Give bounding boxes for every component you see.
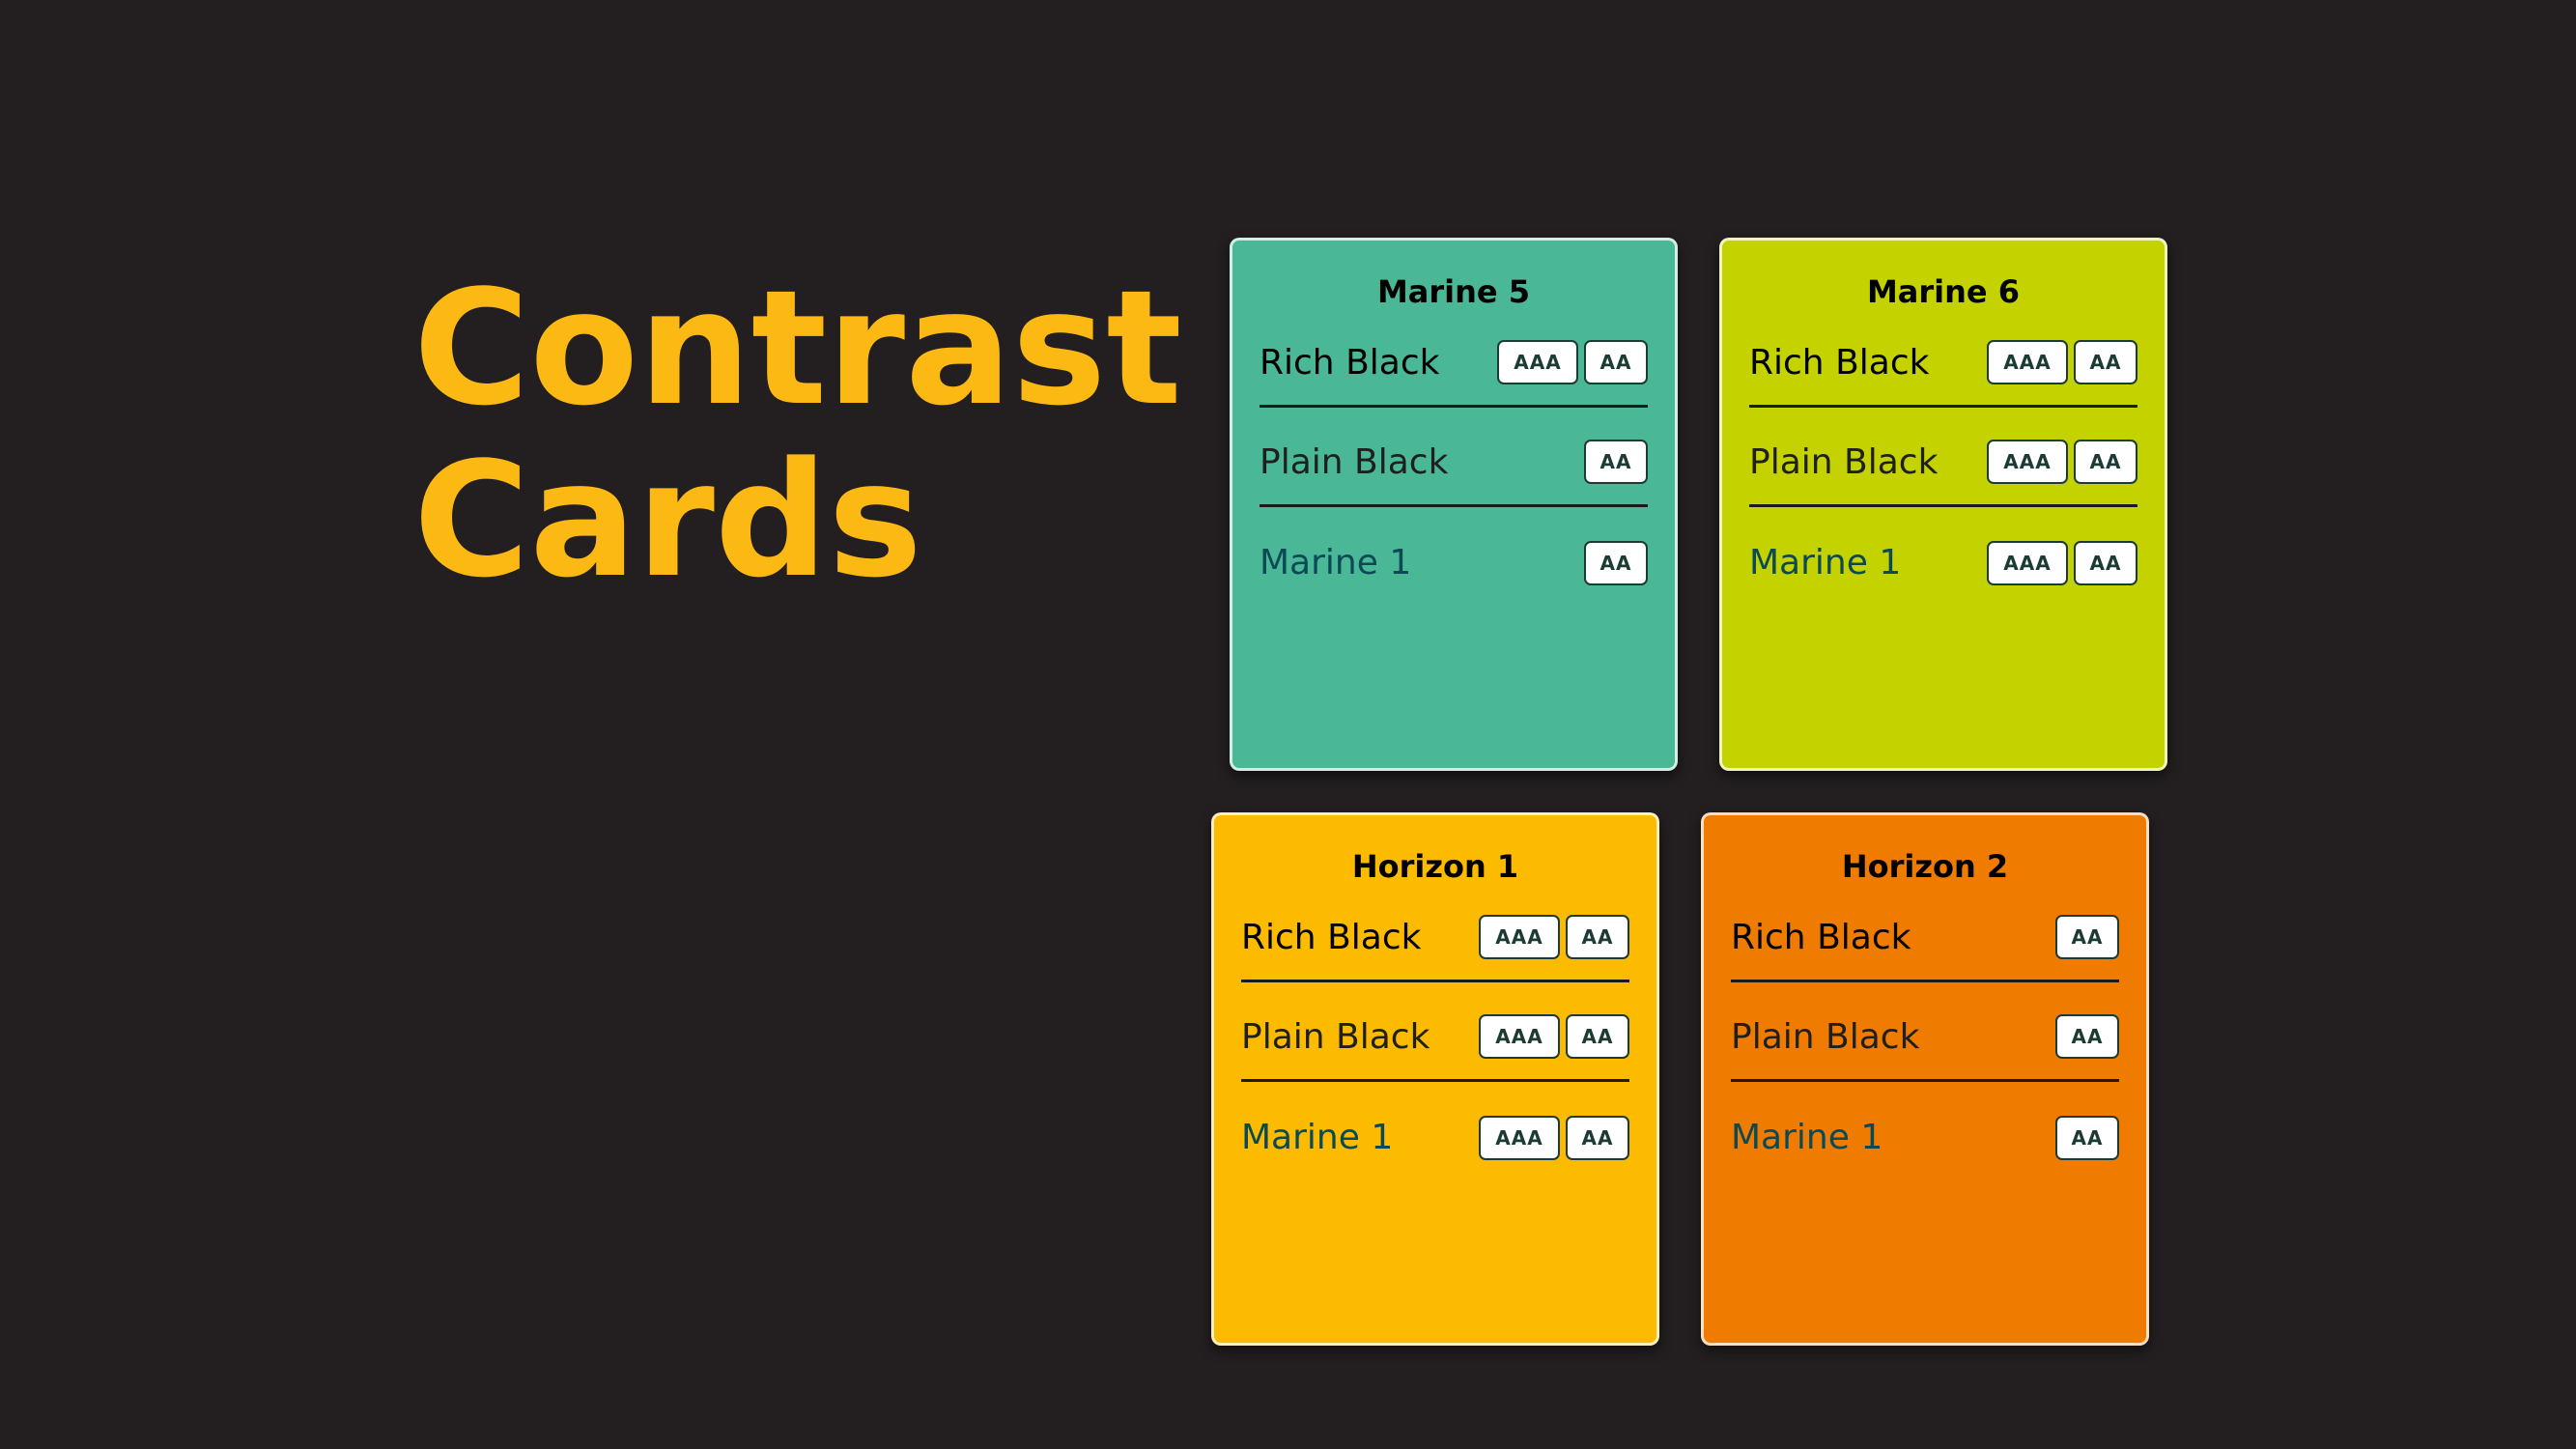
contrast-row: Rich Black AAA AA	[1749, 308, 2137, 408]
badge-group: AA	[2055, 915, 2119, 959]
contrast-row: Plain Black AA	[1731, 982, 2119, 1082]
aa-badge: AA	[2074, 440, 2137, 484]
badge-group: AA	[2055, 1115, 2119, 1160]
badge-group: AA	[1584, 540, 1648, 585]
contrast-row: Marine 1 AAA AA	[1749, 507, 2137, 607]
card-marine-5: Marine 5 Rich Black AAA AA Plain Black AA Mari…	[1230, 238, 1678, 771]
row-label: Plain Black	[1731, 1016, 1920, 1057]
contrast-row: Rich Black AAA AA	[1260, 308, 1648, 408]
aa-badge: AA	[2074, 340, 2137, 384]
aaa-badge: AAA	[1479, 1115, 1560, 1160]
badge-group: AAA AA	[1987, 440, 2137, 484]
row-label: Plain Black	[1749, 441, 1939, 482]
contrast-row: Rich Black AA	[1731, 883, 2119, 982]
aa-badge: AA	[2055, 915, 2119, 959]
card-title: Marine 6	[1866, 273, 2021, 310]
aaa-badge: AAA	[1479, 1014, 1560, 1059]
contrast-row: Plain Black AAA AA	[1749, 408, 2137, 507]
card-horizon-1: Horizon 1 Rich Black AAA AA Plain Black AAA AA…	[1211, 812, 1659, 1346]
aaa-badge: AAA	[1987, 440, 2068, 484]
badge-group: AAA AA	[1987, 540, 2137, 585]
row-label: Marine 1	[1260, 543, 1412, 582]
badge-group: AAA AA	[1479, 1014, 1629, 1059]
contrast-row: Marine 1 AA	[1260, 507, 1648, 607]
card-title: Marine 5	[1376, 273, 1531, 310]
aa-badge: AA	[1566, 1014, 1629, 1059]
contrast-row: Rich Black AAA AA	[1241, 883, 1629, 982]
row-label: Marine 1	[1731, 1118, 1883, 1157]
page-title: Contrast Cards	[413, 263, 1182, 607]
row-label: Rich Black	[1731, 917, 1911, 957]
badge-group: AAA AA	[1479, 1115, 1629, 1160]
aaa-badge: AAA	[1987, 540, 2068, 585]
card-title: Horizon 2	[1841, 848, 2009, 885]
badge-group: AA	[2055, 1014, 2119, 1059]
aaa-badge: AAA	[1479, 915, 1560, 959]
title-line-2: Cards	[413, 428, 922, 612]
aa-badge: AA	[1584, 440, 1648, 484]
card-marine-6: Marine 6 Rich Black AAA AA Plain Black AAA AA M…	[1719, 238, 2167, 771]
row-label: Rich Black	[1749, 342, 1930, 383]
contrast-row: Marine 1 AA	[1731, 1082, 2119, 1181]
badge-group: AAA AA	[1479, 915, 1629, 959]
aa-badge: AA	[2074, 540, 2137, 585]
badge-group: AAA AA	[1987, 340, 2137, 384]
contrast-row: Plain Black AAA AA	[1241, 982, 1629, 1082]
contrast-row: Marine 1 AAA AA	[1241, 1082, 1629, 1181]
row-label: Marine 1	[1241, 1118, 1394, 1157]
contrast-row: Plain Black AA	[1260, 408, 1648, 507]
aa-badge: AA	[2055, 1115, 2119, 1160]
aa-badge: AA	[1584, 340, 1648, 384]
row-label: Marine 1	[1749, 543, 1902, 582]
row-label: Plain Black	[1260, 441, 1449, 482]
title-line-1: Contrast	[413, 256, 1182, 440]
row-label: Rich Black	[1260, 342, 1440, 383]
aa-badge: AA	[1584, 540, 1648, 585]
card-title: Horizon 1	[1351, 848, 1519, 885]
badge-group: AA	[1584, 440, 1648, 484]
aaa-badge: AAA	[1987, 340, 2068, 384]
aa-badge: AA	[1566, 1115, 1629, 1160]
badge-group: AAA AA	[1497, 340, 1648, 384]
aa-badge: AA	[2055, 1014, 2119, 1059]
card-horizon-2: Horizon 2 Rich Black AA Plain Black AA Marine…	[1701, 812, 2149, 1346]
aaa-badge: AAA	[1497, 340, 1578, 384]
aa-badge: AA	[1566, 915, 1629, 959]
row-label: Rich Black	[1241, 917, 1422, 957]
row-label: Plain Black	[1241, 1016, 1430, 1057]
